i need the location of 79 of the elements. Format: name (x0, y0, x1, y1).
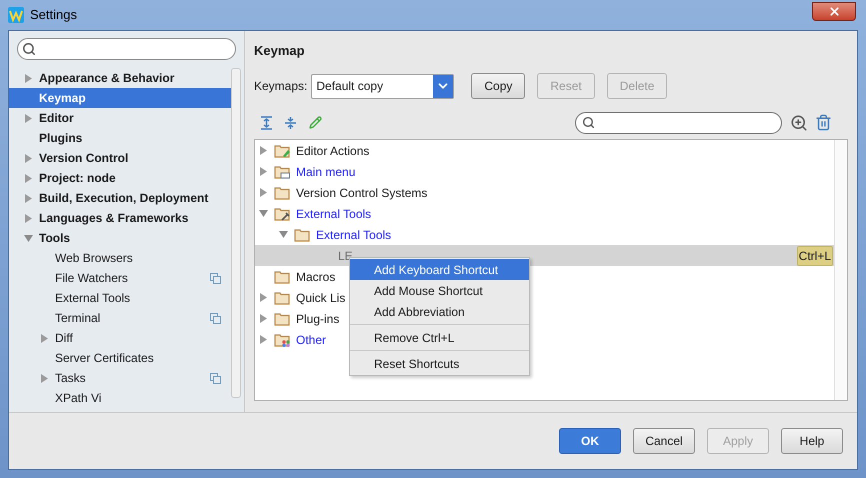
menu-item[interactable]: Add Mouse Shortcut (350, 280, 529, 301)
dialog-button[interactable]: Help (781, 428, 843, 454)
sidebar-item[interactable]: Tools (9, 228, 231, 248)
sidebar-item[interactable]: Keymap (9, 88, 231, 108)
menu-item[interactable]: Add Keyboard Shortcut (350, 259, 529, 280)
expand-arrow-icon[interactable] (259, 335, 268, 344)
sidebar-item[interactable]: Editor (9, 108, 231, 128)
tree-item-label[interactable]: Version Control Systems (296, 184, 428, 202)
folder-icon (274, 270, 290, 284)
search-field[interactable] (17, 38, 236, 60)
expand-arrow-icon[interactable] (24, 154, 33, 162)
close-icon (828, 4, 840, 18)
expand-arrow-icon[interactable] (40, 374, 49, 382)
sidebar-item[interactable]: Terminal (9, 308, 231, 328)
expand-arrow-icon[interactable] (24, 114, 33, 122)
tree-item-label[interactable]: Plug-ins (296, 310, 340, 328)
toolbar-button[interactable]: Copy (471, 73, 526, 99)
folder-pencil-icon (274, 144, 290, 158)
expand-all-icon[interactable] (260, 116, 273, 130)
folder-wrench-icon (274, 206, 290, 220)
folder-icon (294, 228, 310, 242)
collapse-all-icon[interactable] (284, 116, 297, 130)
tree-item-label[interactable]: External Tools (316, 226, 392, 244)
tree-item-label[interactable]: External Tools (296, 204, 372, 222)
keymap-dropdown[interactable]: Default copy (311, 74, 454, 98)
folder-icon (274, 290, 290, 304)
close-button[interactable] (812, 2, 856, 20)
expand-arrow-icon[interactable] (279, 230, 288, 239)
tree-item-label[interactable]: Main menu (296, 162, 356, 180)
folder-keyboard-icon (274, 164, 290, 178)
folder-dots-icon (274, 332, 290, 346)
folder-icon (274, 186, 290, 200)
sidebar-item[interactable]: File Watchers (9, 268, 231, 288)
sidebar-item[interactable]: XPath Vi (9, 388, 231, 408)
sidebar-item[interactable]: Languages & Frameworks (9, 208, 231, 228)
sidebar-item[interactable]: Version Control (9, 148, 231, 168)
sidebar-item[interactable]: Build, Execution, Deployment (9, 188, 231, 208)
panel-title: Keymap (254, 42, 306, 60)
find-shortcut-icon[interactable] (790, 114, 808, 132)
scrollbar[interactable] (231, 68, 241, 398)
sidebar-item[interactable]: Project: node (9, 168, 231, 188)
expand-arrow-icon[interactable] (24, 234, 33, 242)
expand-arrow-icon[interactable] (259, 293, 268, 302)
search-icon (22, 42, 36, 56)
shortcut-search-field[interactable] (575, 112, 782, 134)
tree-item-label[interactable]: Other (296, 330, 326, 348)
folder-icon (274, 312, 290, 326)
expand-arrow-icon[interactable] (40, 334, 49, 342)
expand-arrow-icon[interactable] (259, 188, 268, 197)
tree-item-label[interactable]: Editor Actions (296, 142, 370, 160)
expand-arrow-icon[interactable] (24, 194, 33, 202)
sidebar-item[interactable]: Appearance & Behavior (9, 68, 231, 88)
dialog-button[interactable]: Cancel (633, 428, 695, 454)
sidebar-item[interactable]: Tasks (9, 368, 231, 388)
dialog-button[interactable]: OK (559, 428, 621, 454)
expand-arrow-icon[interactable] (24, 174, 33, 182)
sidebar-item[interactable]: External Tools (9, 288, 231, 308)
menu-item[interactable]: Add Abbreviation (350, 301, 529, 322)
sidebar-item[interactable]: Plugins (9, 128, 231, 148)
tree-item-label[interactable]: Macros (296, 268, 336, 286)
sidebar-item[interactable]: Web Browsers (9, 248, 231, 268)
shortcut-badge: Ctrl+L (796, 246, 833, 266)
sidebar-item[interactable]: Diff (9, 328, 231, 348)
trash-icon[interactable] (815, 114, 832, 131)
keymaps-label: Keymaps: (254, 78, 308, 95)
expand-arrow-icon[interactable] (259, 146, 268, 155)
menu-item[interactable]: Reset Shortcuts (350, 353, 529, 374)
expand-arrow-icon[interactable] (24, 74, 33, 82)
sidebar-item[interactable]: Server Certificates (9, 348, 231, 368)
pencil-icon[interactable] (309, 116, 322, 129)
search-icon (582, 116, 595, 129)
app-logo-icon (8, 7, 24, 23)
menu-item[interactable]: Remove Ctrl+L (350, 327, 529, 348)
expand-arrow-icon[interactable] (259, 167, 268, 176)
expand-arrow-icon[interactable] (24, 214, 33, 222)
expand-arrow-icon[interactable] (259, 314, 268, 323)
window-title: Settings (30, 6, 77, 24)
tree-item-label[interactable]: Quick Lis (296, 288, 346, 306)
expand-arrow-icon[interactable] (259, 209, 268, 218)
